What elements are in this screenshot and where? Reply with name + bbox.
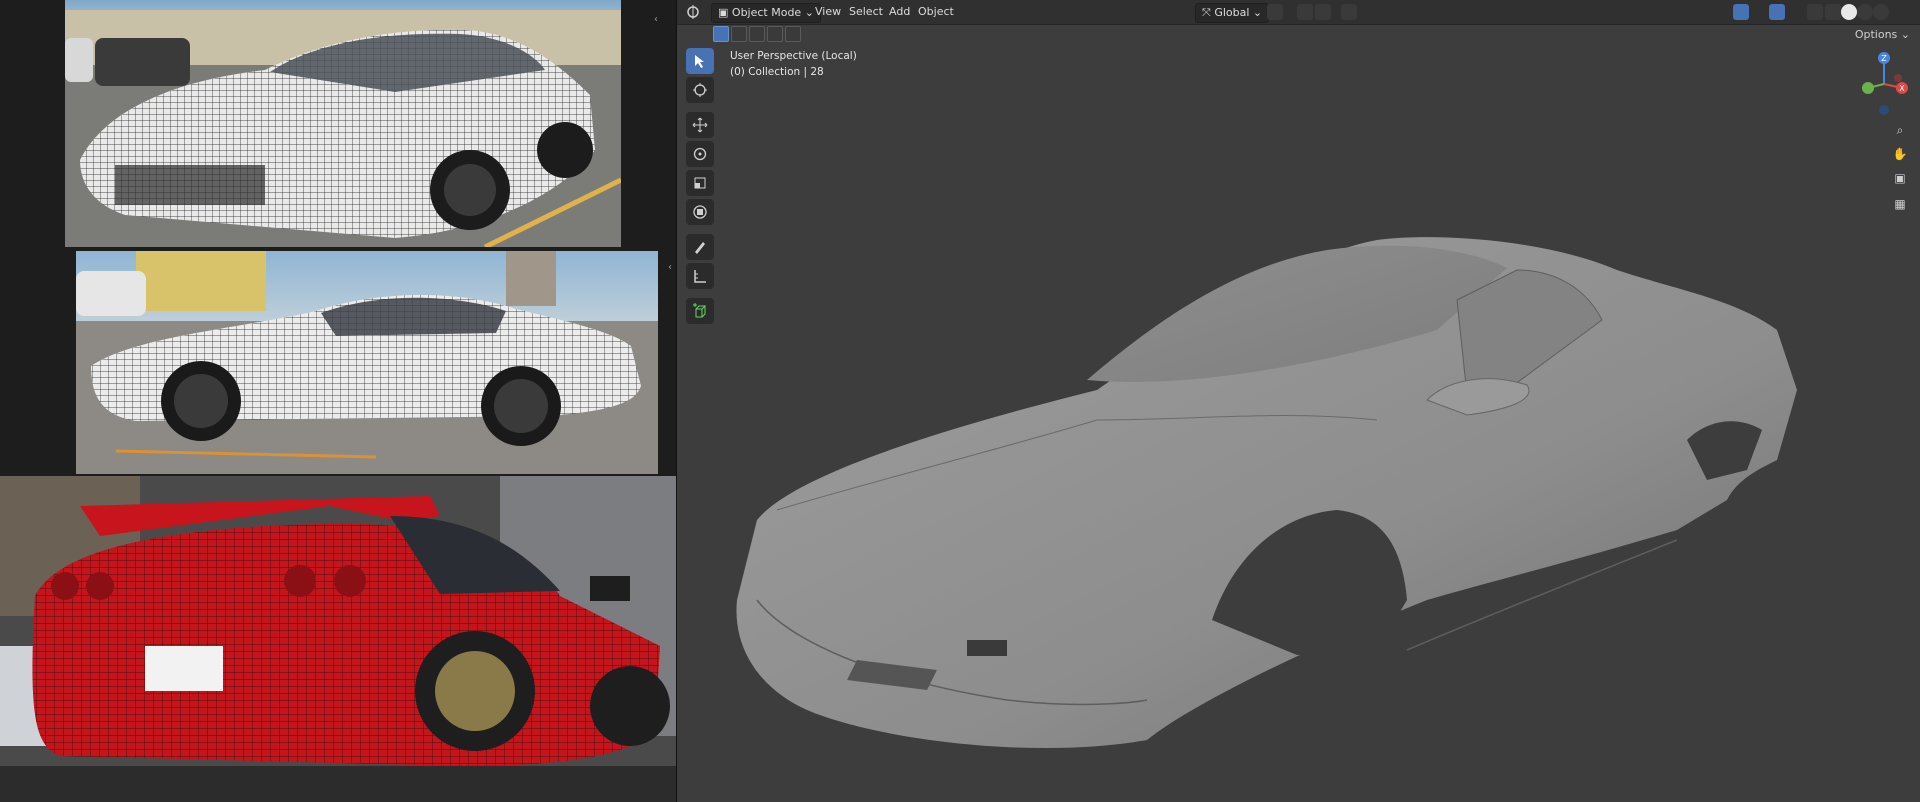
collapse-arrow-icon[interactable]: ‹ xyxy=(668,262,672,273)
reference-image-rear xyxy=(0,476,676,802)
reference-image-front xyxy=(65,0,621,247)
car-body-model[interactable] xyxy=(677,0,1920,802)
reference-image-side xyxy=(76,251,658,474)
collapse-arrow-icon[interactable]: ‹ xyxy=(654,14,658,25)
3d-viewport[interactable]: ▣ Object Mode ⌄ View Select Add Object ⤧… xyxy=(677,0,1920,802)
